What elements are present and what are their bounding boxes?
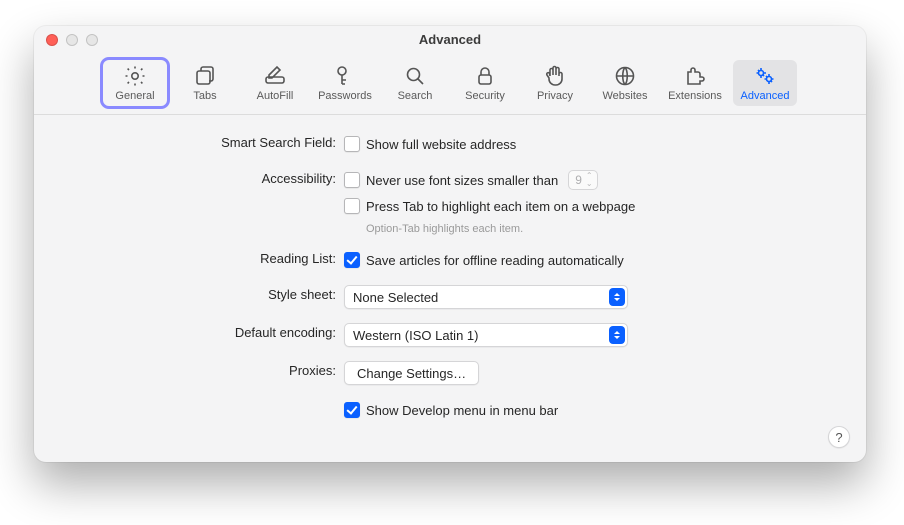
smart-search-label: Smart Search Field: — [64, 133, 344, 150]
default-encoding-label: Default encoding: — [64, 323, 344, 340]
offline-reading-label: Save articles for offline reading automa… — [366, 253, 624, 268]
option-tab-hint: Option-Tab highlights each item. — [366, 223, 836, 235]
gear-icon — [123, 64, 147, 88]
puzzle-icon — [683, 64, 707, 88]
min-font-size-checkbox[interactable] — [344, 172, 360, 188]
style-sheet-value: None Selected — [353, 290, 438, 305]
change-proxy-settings-button[interactable]: Change Settings… — [344, 361, 479, 385]
proxies-label: Proxies: — [64, 361, 344, 378]
accessibility-label: Accessibility: — [64, 169, 344, 186]
help-button[interactable]: ? — [828, 426, 850, 448]
tab-label: General — [115, 90, 154, 102]
show-develop-menu-label: Show Develop menu in menu bar — [366, 403, 558, 418]
show-develop-menu-checkbox[interactable] — [344, 402, 360, 418]
default-encoding-select[interactable]: Western (ISO Latin 1) — [344, 323, 628, 347]
default-encoding-value: Western (ISO Latin 1) — [353, 328, 478, 343]
tab-label: Advanced — [741, 90, 790, 102]
reading-list-label: Reading List: — [64, 249, 344, 266]
tab-label: Websites — [602, 90, 647, 102]
lock-icon — [473, 64, 497, 88]
tab-label: Search — [398, 90, 433, 102]
close-window-button[interactable] — [46, 34, 58, 46]
min-font-size-stepper[interactable]: 9 ⌃⌄ — [568, 170, 597, 190]
tab-label: Passwords — [318, 90, 372, 102]
style-sheet-select[interactable]: None Selected — [344, 285, 628, 309]
style-sheet-label: Style sheet: — [64, 285, 344, 302]
hand-icon — [543, 64, 567, 88]
tabs-icon — [193, 64, 217, 88]
tab-websites[interactable]: Websites — [593, 60, 657, 106]
preferences-window: Advanced General Tabs AutoFill — [34, 26, 866, 462]
tab-label: Extensions — [668, 90, 722, 102]
window-controls — [46, 34, 98, 46]
key-icon — [333, 64, 357, 88]
search-icon — [403, 64, 427, 88]
minimize-window-button[interactable] — [66, 34, 78, 46]
min-font-size-label: Never use font sizes smaller than — [366, 173, 558, 188]
press-tab-label: Press Tab to highlight each item on a we… — [366, 199, 635, 214]
tab-security[interactable]: Security — [453, 60, 517, 106]
gears-icon — [753, 64, 777, 88]
change-proxy-settings-label: Change Settings… — [357, 366, 466, 381]
show-full-address-label: Show full website address — [366, 137, 516, 152]
tab-autofill[interactable]: AutoFill — [243, 60, 307, 106]
tab-label: AutoFill — [257, 90, 294, 102]
tab-extensions[interactable]: Extensions — [663, 60, 727, 106]
tab-passwords[interactable]: Passwords — [313, 60, 377, 106]
tab-search[interactable]: Search — [383, 60, 447, 106]
chevron-updown-icon — [609, 326, 625, 344]
tab-general[interactable]: General — [103, 60, 167, 106]
press-tab-checkbox[interactable] — [344, 198, 360, 214]
offline-reading-checkbox[interactable] — [344, 252, 360, 268]
zoom-window-button[interactable] — [86, 34, 98, 46]
tab-label: Security — [465, 90, 505, 102]
pencil-field-icon — [263, 64, 287, 88]
chevron-updown-icon — [609, 288, 625, 306]
tab-tabs[interactable]: Tabs — [173, 60, 237, 106]
chevron-updown-icon: ⌃⌄ — [586, 172, 593, 188]
titlebar: Advanced — [34, 26, 866, 56]
preferences-toolbar: General Tabs AutoFill Passwords — [34, 56, 866, 115]
help-label: ? — [835, 430, 842, 445]
show-full-address-checkbox[interactable] — [344, 136, 360, 152]
advanced-pane: Smart Search Field: Show full website ad… — [34, 115, 866, 439]
tab-advanced[interactable]: Advanced — [733, 60, 797, 106]
tab-privacy[interactable]: Privacy — [523, 60, 587, 106]
tab-label: Tabs — [193, 90, 216, 102]
window-title: Advanced — [419, 32, 481, 47]
min-font-size-value: 9 — [575, 173, 582, 187]
tab-label: Privacy — [537, 90, 573, 102]
globe-icon — [613, 64, 637, 88]
